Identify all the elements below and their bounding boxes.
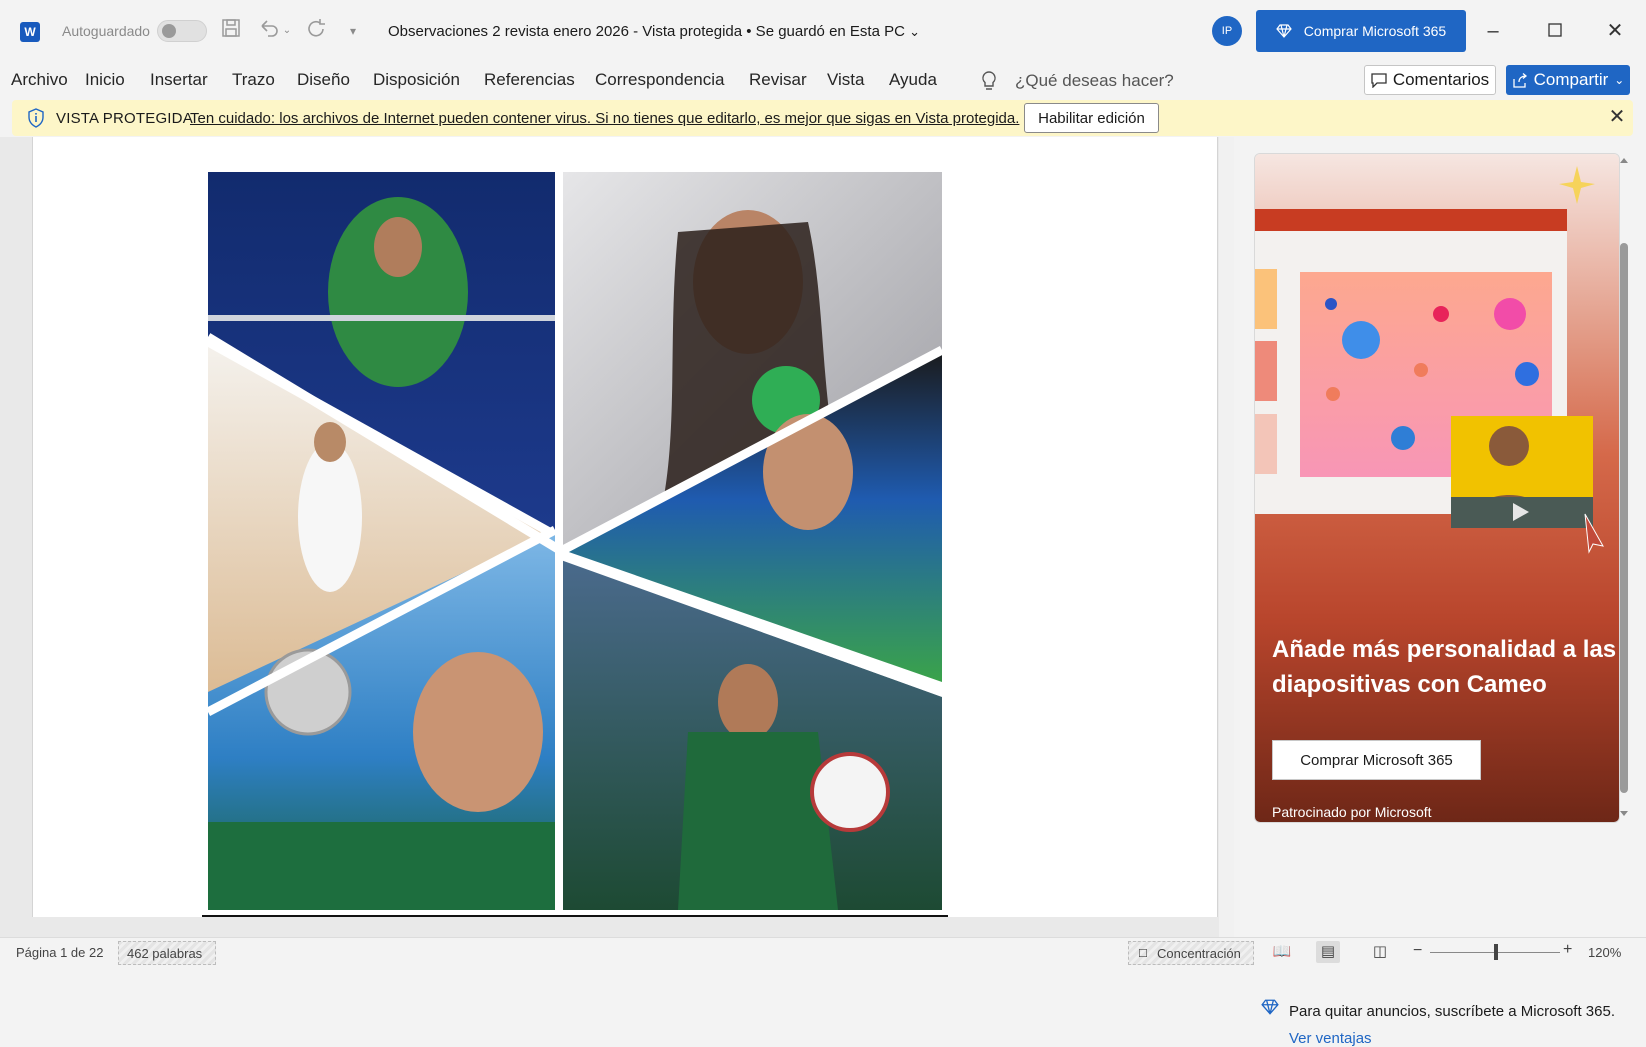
tell-me-search[interactable]: ¿Qué deseas hacer?: [1015, 71, 1174, 91]
document-scrollbar[interactable]: [1219, 137, 1234, 937]
menu-insertar[interactable]: Insertar: [150, 70, 208, 90]
chevron-down-icon: ⌄: [909, 24, 921, 39]
share-button[interactable]: Compartir ⌄: [1506, 65, 1630, 95]
redo-icon[interactable]: [304, 18, 330, 44]
zoom-slider-thumb[interactable]: [1494, 944, 1498, 960]
share-icon: [1513, 72, 1527, 88]
ad-sponsor-label: Patrocinado por Microsoft: [1272, 804, 1432, 820]
enable-editing-button[interactable]: Habilitar edición: [1024, 103, 1159, 133]
buy-button-label: Comprar Microsoft 365: [1303, 23, 1447, 39]
customize-toolbar-icon[interactable]: ▾: [340, 18, 366, 44]
ad-pane: Añade más personalidad a las diapositiva…: [1234, 137, 1646, 1047]
document-title[interactable]: Observaciones 2 revista enero 2026 - Vis…: [388, 23, 920, 40]
menu-correspondencia[interactable]: Correspondencia: [595, 70, 724, 90]
web-layout-icon[interactable]: ◫: [1368, 941, 1392, 963]
see-benefits-link[interactable]: Ver ventajas: [1289, 1030, 1372, 1047]
word-logo-icon: W: [20, 22, 40, 42]
maximize-button[interactable]: [1540, 16, 1570, 46]
menu-disposicion[interactable]: Disposición: [373, 70, 460, 90]
zoom-level[interactable]: 120%: [1588, 945, 1621, 960]
share-label: Compartir: [1533, 70, 1609, 89]
shield-info-icon: [26, 108, 46, 128]
diamond-icon: [1261, 999, 1279, 1017]
focus-mode-button[interactable]: □ Concentración: [1128, 941, 1254, 965]
zoom-in-button[interactable]: +: [1563, 941, 1572, 959]
buy-microsoft-365-button[interactable]: Comprar Microsoft 365: [1256, 10, 1466, 52]
cameo-advertisement[interactable]: Añade más personalidad a las diapositiva…: [1254, 153, 1620, 823]
word-count: 462 palabras: [127, 946, 203, 961]
focus-label: Concentración: [1157, 946, 1241, 961]
menu-bar: Archivo Inicio Insertar Trazo Diseño Dis…: [0, 62, 1646, 100]
undo-dropdown-icon[interactable]: ⌄: [280, 18, 294, 44]
page-bottom-line: [202, 915, 948, 917]
menu-diseno[interactable]: Diseño: [297, 70, 350, 90]
document-page[interactable]: [32, 137, 1218, 917]
ad-scrollbar[interactable]: [1617, 153, 1631, 821]
document-area[interactable]: [0, 137, 1234, 937]
page-count[interactable]: Página 1 de 22: [16, 945, 103, 960]
avatar[interactable]: IP: [1212, 16, 1242, 46]
chevron-down-icon[interactable]: ⌄: [1614, 73, 1624, 87]
comments-button[interactable]: Comentarios: [1364, 65, 1496, 95]
menu-trazo[interactable]: Trazo: [232, 70, 275, 90]
lightbulb-icon: [980, 70, 1000, 92]
menu-archivo[interactable]: Archivo: [11, 70, 68, 90]
undo-icon[interactable]: [256, 18, 282, 44]
save-icon[interactable]: [218, 18, 244, 44]
ad-buy-microsoft-365-button[interactable]: Comprar Microsoft 365: [1272, 740, 1481, 780]
focus-icon: □: [1139, 945, 1147, 960]
autosave-toggle[interactable]: [157, 20, 207, 42]
close-window-button[interactable]: ✕: [1600, 16, 1630, 46]
print-layout-icon[interactable]: ▤: [1316, 941, 1340, 963]
athletes-photo-collage[interactable]: [205, 172, 945, 910]
autosave-label: Autoguardado: [62, 23, 150, 39]
word-count-box[interactable]: 462 palabras: [118, 941, 216, 965]
comment-icon: [1371, 72, 1387, 88]
menu-inicio[interactable]: Inicio: [85, 70, 125, 90]
title-bar: W Autoguardado ⌄ ▾ Observaciones 2 revis…: [0, 0, 1646, 62]
status-bar: Página 1 de 22 462 palabras □ Concentrac…: [0, 937, 1646, 967]
protected-view-title: VISTA PROTEGIDA: [56, 110, 193, 127]
protected-view-message-link[interactable]: Ten cuidado: los archivos de Internet pu…: [190, 110, 1019, 127]
ad-headline: Añade más personalidad a las diapositiva…: [1272, 636, 1617, 698]
menu-revisar[interactable]: Revisar: [749, 70, 807, 90]
protected-view-bar: VISTA PROTEGIDA Ten cuidado: los archivo…: [12, 100, 1633, 136]
menu-ayuda[interactable]: Ayuda: [889, 70, 937, 90]
menu-referencias[interactable]: Referencias: [484, 70, 575, 90]
minimize-button[interactable]: –: [1478, 16, 1508, 46]
menu-vista[interactable]: Vista: [827, 70, 865, 90]
comments-label: Comentarios: [1392, 70, 1490, 89]
diamond-icon: [1276, 24, 1292, 38]
remove-ads-text: Para quitar anuncios, suscríbete a Micro…: [1289, 1003, 1616, 1020]
read-mode-icon[interactable]: 📖: [1270, 941, 1294, 963]
close-icon[interactable]: ✕: [1606, 106, 1628, 128]
zoom-out-button[interactable]: −: [1413, 942, 1422, 960]
